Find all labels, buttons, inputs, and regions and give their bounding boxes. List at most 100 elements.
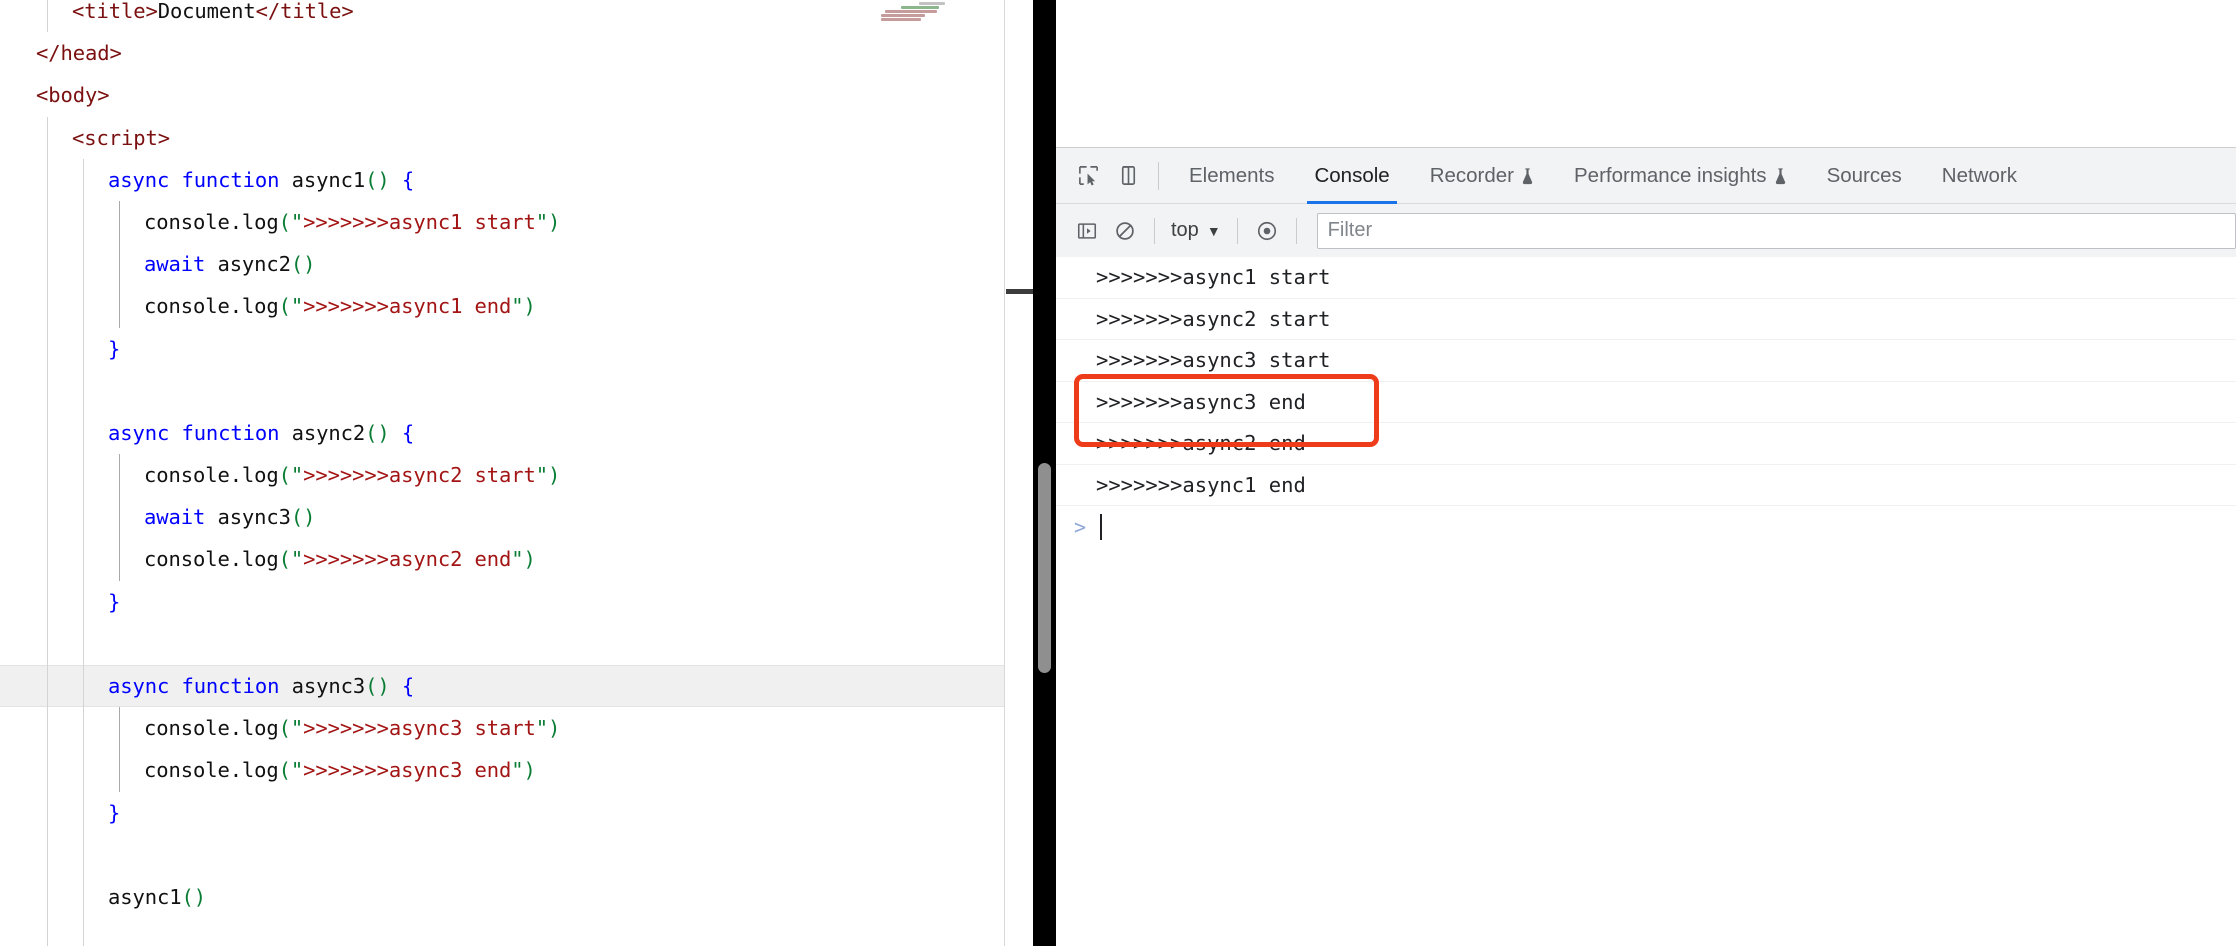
tab-label: Performance insights [1574,163,1767,187]
code-token: " [535,463,549,488]
code-token: " [290,294,304,319]
tab-network[interactable]: Network [1922,148,2037,204]
console-sidebar-icon[interactable] [1068,212,1106,250]
tab-label: Sources [1826,163,1902,187]
devtools-panel: Elements Console Recorder Performance in… [1056,0,2236,946]
tab-label: Elements [1189,163,1275,187]
code-content[interactable]: <title>Document</title> </head> <body> <scr… [0,0,1004,946]
code-line-text: await async3() [144,505,315,529]
code-line-text: async function async3() { [108,674,414,698]
code-token: ) [548,463,561,488]
console-message[interactable]: >>>>>>>async3 end [1056,382,2236,423]
code-token: >>>>>>>async1 end [303,294,512,319]
indent-guide [47,496,48,539]
indent-guide [83,538,84,581]
console-message-list[interactable]: >>>>>>>async1 start >>>>>>>async2 start >>… [1056,257,2236,946]
code-line-text: console.log(">>>>>>>async2 start") [144,463,560,487]
indent-guide [47,116,48,159]
code-line: async1() [0,875,1004,919]
code-token: ) [548,716,561,741]
indent-guide [119,200,120,244]
code-token: () [365,167,390,192]
live-expression-icon[interactable] [1248,212,1286,250]
code-line: console.log(">>>>>>>async3 end") [0,749,1004,792]
code-token: " [535,209,549,234]
execution-context-selector[interactable]: top ▼ [1165,219,1227,242]
code-line [0,369,1004,412]
console-message[interactable]: >>>>>>>async1 start [1056,257,2236,299]
indent-guide [47,749,48,792]
code-token: " [511,294,524,319]
code-token: } [108,336,121,361]
indent-guide [83,875,84,919]
device-toolbar-icon[interactable] [1108,156,1148,196]
indent-guide [47,200,48,244]
code-line: </head> [0,32,1004,74]
code-token: console.log [144,547,279,572]
tab-elements[interactable]: Elements [1169,148,1294,204]
code-token: <title> [72,0,158,23]
console-prompt-row[interactable]: > [1056,506,2236,548]
tab-console[interactable]: Console [1294,148,1409,204]
console-message[interactable]: >>>>>>>async2 start [1056,299,2236,340]
code-line [0,622,1004,665]
console-message[interactable]: >>>>>>>async2 end [1056,423,2236,465]
code-line-text: } [108,801,120,825]
filter-input[interactable] [1327,219,2225,242]
code-line-text: <title>Document</title> [72,0,354,23]
tab-performance-insights[interactable]: Performance insights [1554,148,1807,204]
code-token: { [389,167,415,192]
tab-sources[interactable]: Sources [1807,148,1922,204]
code-line: console.log(">>>>>>>async1 end") [0,285,1004,328]
indent-guide [47,327,48,370]
code-token: ) [548,209,561,234]
indent-guide [83,918,84,946]
tab-recorder[interactable]: Recorder [1410,148,1554,204]
code-line [0,833,1004,876]
indent-guide [47,0,48,33]
code-token: ( [278,209,291,234]
code-token: { [389,420,415,445]
code-line: <title>Document</title> [0,0,1004,33]
code-line-text: } [108,337,120,361]
code-token: </head> [36,41,122,66]
inspect-element-icon[interactable] [1068,156,1108,196]
code-token: " [511,758,524,783]
code-token: " [290,463,304,488]
indent-guide [83,791,84,834]
code-token: async1 [291,167,366,192]
code-line-text: async function async2() { [108,421,414,445]
code-token: " [511,547,524,572]
code-token: () [290,505,316,530]
code-token: { [389,674,415,698]
indent-guide [83,833,84,876]
vertical-scrollbar-thumb[interactable] [1038,463,1051,673]
code-line-text: console.log(">>>>>>>async3 end") [144,758,536,782]
code-token: console.log [144,758,279,783]
prompt-chevron-icon: > [1074,514,1087,539]
indent-guide [83,496,84,539]
console-message[interactable]: >>>>>>>async3 start [1056,340,2236,382]
indent-guide [83,327,84,370]
indent-guide [47,411,48,455]
console-message[interactable]: >>>>>>>async1 end [1056,465,2236,506]
code-token: <body> [36,83,110,108]
clear-console-icon[interactable] [1106,212,1144,250]
code-line: async function async3() { [0,665,1004,708]
filter-input-wrapper[interactable] [1316,212,2236,249]
code-line-text: console.log(">>>>>>>async1 start") [144,210,560,234]
console-text-caret [1100,513,1103,540]
code-editor-pane[interactable]: <title>Document</title> </head> <body> <scr… [0,0,1005,946]
code-token: async2 [217,252,291,277]
code-token: " [290,758,304,783]
code-token: console.log [144,294,279,319]
indent-guide [83,749,84,792]
code-token: async1 [108,884,182,909]
code-line: console.log(">>>>>>>async3 start") [0,707,1004,750]
indent-guide [47,580,48,623]
editor-minimap[interactable] [871,2,986,38]
indent-guide [47,918,48,946]
code-token: async3 [217,505,291,530]
code-token: async function [108,674,292,698]
code-line: async function async2() { [0,411,1004,455]
